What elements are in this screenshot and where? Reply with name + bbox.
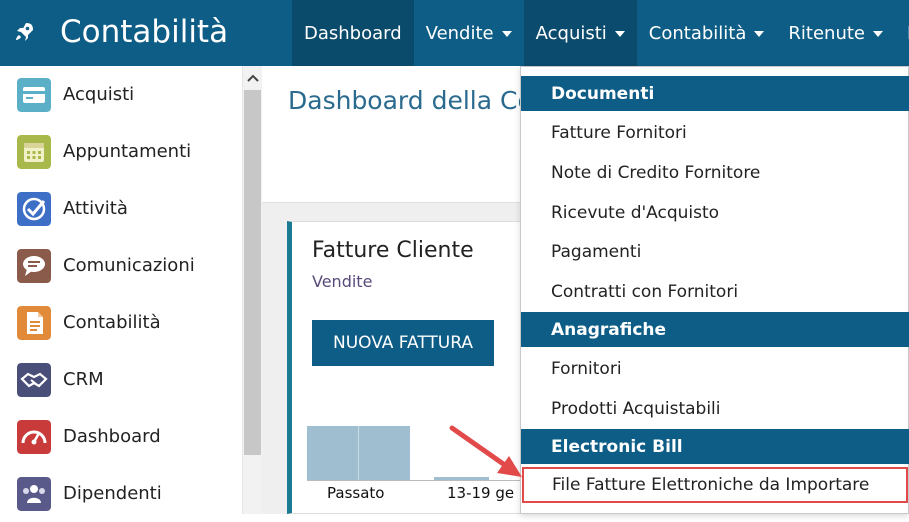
sidebar-item-comunicazioni[interactable]: Comunicazioni xyxy=(0,237,242,294)
chevron-up-icon[interactable] xyxy=(243,66,263,90)
checkmark-icon xyxy=(17,191,51,226)
menu-item-fornitori[interactable]: Fornitori xyxy=(521,351,909,387)
rocket-icon[interactable] xyxy=(12,20,36,44)
nav-vendite-label: Vendite xyxy=(425,22,494,44)
chat-bubble-icon xyxy=(17,248,51,283)
menu-item-pagamenti[interactable]: Pagamenti xyxy=(521,234,909,270)
nav-more[interactable]: R xyxy=(895,0,909,66)
sidebar-item-dipendenti[interactable]: Dipendenti xyxy=(0,465,242,522)
app-title[interactable]: Contabilità xyxy=(60,12,228,52)
sidebar-item-attivita[interactable]: Attività xyxy=(0,180,242,237)
dropdown-section-documenti: Documenti xyxy=(521,76,909,111)
document-icon xyxy=(17,305,51,340)
scrollbar-thumb[interactable] xyxy=(244,90,261,455)
sidebar-item-label: Comunicazioni xyxy=(63,255,195,276)
menu-item-file-fatture-elettroniche[interactable]: File Fatture Elettroniche da Importare xyxy=(522,467,908,503)
credit-card-icon xyxy=(17,77,51,112)
sidebar-item-label: Dipendenti xyxy=(63,483,162,504)
sidebar-item-appuntamenti[interactable]: Appuntamenti xyxy=(0,123,242,180)
acquisti-dropdown-menu: Documenti Fatture Fornitori Note di Cred… xyxy=(520,66,909,514)
sidebar-item-label: Dashboard xyxy=(63,426,161,447)
card-subtitle[interactable]: Vendite xyxy=(312,272,372,291)
nav-acquisti[interactable]: Acquisti xyxy=(523,0,637,66)
invoice-card: Fatture Cliente Vendite NUOVA FATTURA Pa… xyxy=(287,221,532,514)
menu-item-fatture-fornitori[interactable]: Fatture Fornitori xyxy=(521,115,909,151)
calendar-icon xyxy=(17,134,51,169)
caret-down-icon xyxy=(872,31,883,37)
tick-label-passato: Passato xyxy=(327,484,385,502)
nav-dashboard-label: Dashboard xyxy=(304,22,402,44)
sidebar-item-label: Acquisti xyxy=(63,84,135,105)
sidebar-item-label: Attività xyxy=(63,198,128,219)
caret-down-icon xyxy=(501,31,512,37)
nav-ritenute-label: Ritenute xyxy=(788,22,865,44)
menu-item-prodotti-acquistabili[interactable]: Prodotti Acquistabili xyxy=(521,391,909,427)
page-title: Dashboard della Co xyxy=(288,86,533,115)
caret-down-icon xyxy=(614,31,625,37)
main-menu: Dashboard Vendite Acquisti Contabilità R… xyxy=(292,0,909,66)
sidebar-item-acquisti[interactable]: Acquisti xyxy=(0,66,242,123)
sidebar-item-crm[interactable]: CRM xyxy=(0,351,242,408)
nav-acquisti-label: Acquisti xyxy=(535,22,607,44)
handshake-icon xyxy=(17,362,51,397)
nav-contabilita-label: Contabilità xyxy=(648,22,747,44)
card-title: Fatture Cliente xyxy=(312,238,474,263)
tick-label-13-19: 13-19 ge xyxy=(447,484,515,502)
gauge-icon xyxy=(17,419,51,454)
sidebar: Acquisti Appuntamenti Attività Comunicaz… xyxy=(0,66,262,514)
nav-contabilita[interactable]: Contabilità xyxy=(637,0,777,66)
nav-dashboard[interactable]: Dashboard xyxy=(292,0,414,66)
top-navbar: Contabilità Dashboard Vendite Acquisti C… xyxy=(0,0,909,66)
sidebar-item-dashboard[interactable]: Dashboard xyxy=(0,408,242,465)
menu-item-note-credito-fornitore[interactable]: Note di Credito Fornitore xyxy=(521,155,909,191)
people-icon xyxy=(17,476,51,511)
dropdown-section-anagrafiche: Anagrafiche xyxy=(521,312,909,347)
dropdown-section-electronic-bill: Electronic Bill xyxy=(521,429,909,464)
new-invoice-button[interactable]: NUOVA FATTURA xyxy=(312,320,494,366)
menu-item-contratti-fornitori[interactable]: Contratti con Fornitori xyxy=(521,274,909,310)
caret-down-icon xyxy=(754,31,765,37)
sidebar-item-label: Appuntamenti xyxy=(63,141,192,162)
sidebar-scrollbar[interactable] xyxy=(242,66,262,514)
nav-ritenute[interactable]: Ritenute xyxy=(776,0,895,66)
menu-item-ricevute-acquisto[interactable]: Ricevute d'Acquisto xyxy=(521,195,909,231)
sidebar-item-label: CRM xyxy=(63,369,104,390)
sidebar-item-contabilita[interactable]: Contabilità xyxy=(0,294,242,351)
nav-vendite[interactable]: Vendite xyxy=(414,0,524,66)
chart-x-axis xyxy=(307,480,532,481)
sidebar-item-label: Contabilità xyxy=(63,312,161,333)
bar-divider xyxy=(358,426,359,480)
